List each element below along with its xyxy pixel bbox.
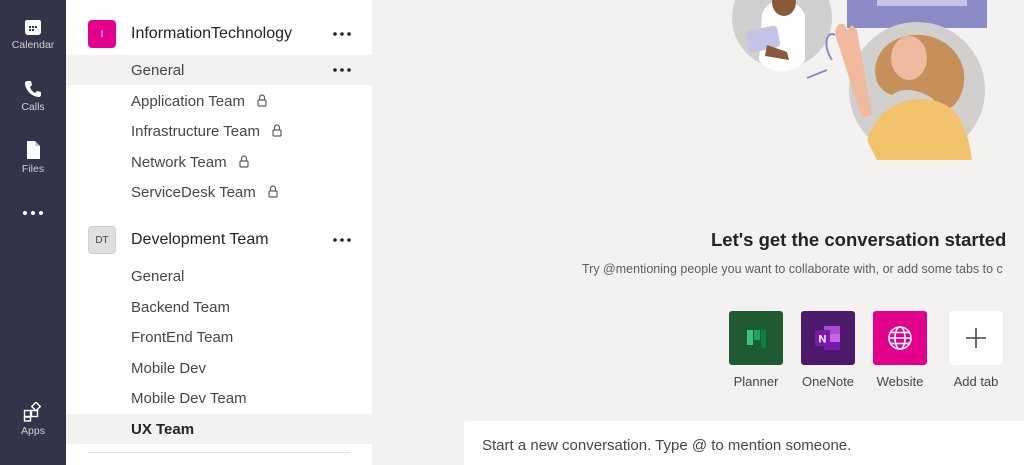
rail-more[interactable]	[0, 210, 66, 216]
compose-box[interactable]: Start a new conversation. Type @ to ment…	[464, 421, 1024, 465]
lock-icon	[238, 154, 249, 168]
team-name: InformationTechnology	[131, 25, 292, 42]
channel-infrastructure-team[interactable]: Infrastructure Team	[66, 116, 372, 146]
channel-label-wrap: Infrastructure Team	[131, 123, 282, 140]
channel-label: UX Team	[131, 420, 195, 438]
calendar-icon	[25, 20, 41, 35]
tile-planner-label: Planner	[733, 374, 779, 389]
channel-label: Backend Team	[131, 298, 230, 316]
app-rail: Calendar Calls Files Apps	[0, 0, 66, 465]
lock-icon	[272, 123, 282, 137]
channel-ux-team[interactable]: UX Team	[66, 414, 372, 444]
plus-icon	[966, 328, 986, 348]
channel-label: Network Team	[131, 153, 227, 171]
divider	[88, 452, 350, 453]
team-avatar: DT	[88, 226, 116, 254]
channel-label: General	[131, 267, 185, 285]
onenote-icon: N	[815, 326, 840, 350]
globe-icon	[888, 326, 912, 350]
more-icon	[333, 32, 351, 36]
rail-files[interactable]: Files	[0, 140, 66, 175]
channel-servicedesk-team[interactable]: ServiceDesk Team	[66, 177, 372, 207]
svg-text:N: N	[819, 334, 827, 346]
rail-calendar-label: Calendar	[11, 39, 55, 51]
lock-icon	[268, 184, 278, 198]
apps-icon	[23, 402, 42, 422]
channel-general[interactable]: General	[66, 261, 372, 291]
more-icon	[333, 68, 351, 72]
channel-label-wrap: ServiceDesk Team	[131, 184, 278, 201]
main-content: Let's get the conversation started Try @…	[372, 0, 1024, 465]
rail-apps[interactable]: Apps	[0, 402, 66, 437]
channel-label: Mobile Dev Team	[131, 389, 247, 407]
teams-panel: I InformationTechnology General Applicat…	[66, 0, 372, 465]
team-avatar: I	[88, 20, 116, 48]
channel-label: Infrastructure Team	[131, 122, 260, 140]
more-icon	[333, 238, 351, 242]
channel-frontend-team[interactable]: FrontEnd Team	[66, 322, 372, 352]
tile-onenote[interactable]: N	[801, 311, 855, 365]
channel-label-wrap: Network Team	[131, 154, 249, 171]
rail-calls-label: Calls	[21, 101, 45, 113]
channel-label: FrontEnd Team	[131, 328, 234, 346]
channel-more-options[interactable]	[332, 60, 352, 80]
channel-general[interactable]: General	[66, 55, 372, 85]
team-header-development-team[interactable]: DT Development Team	[66, 221, 372, 259]
rail-calls[interactable]: Calls	[0, 80, 66, 113]
channel-mobile-dev-team[interactable]: Mobile Dev Team	[66, 383, 372, 413]
channel-backend-team[interactable]: Backend Team	[66, 292, 372, 322]
channel-mobile-dev[interactable]: Mobile Dev	[66, 353, 372, 383]
more-apps-icon	[23, 211, 43, 215]
channel-application-team[interactable]: Application Team	[66, 86, 372, 116]
rail-files-label: Files	[21, 163, 45, 175]
welcome-subline: Try @mentioning people you want to colla…	[582, 262, 1003, 276]
phone-icon	[25, 81, 41, 97]
team-name: Development Team	[131, 231, 269, 248]
channel-label-wrap: Application Team	[131, 93, 267, 110]
welcome-illustration	[732, 0, 987, 160]
channel-label: Application Team	[131, 92, 245, 110]
channel-label: General	[131, 61, 185, 79]
team-header-informationtechnology[interactable]: I InformationTechnology	[66, 15, 372, 53]
team-more-options[interactable]	[332, 24, 352, 44]
tile-add-tab-label: Add tab	[953, 374, 999, 389]
tile-planner[interactable]	[729, 311, 783, 365]
tile-website[interactable]	[873, 311, 927, 365]
rail-calendar[interactable]: Calendar	[0, 18, 66, 51]
channel-network-team[interactable]: Network Team	[66, 147, 372, 177]
compose-placeholder: Start a new conversation. Type @ to ment…	[482, 437, 852, 454]
lock-icon	[257, 93, 267, 107]
rail-apps-label: Apps	[21, 425, 45, 437]
channel-label: ServiceDesk Team	[131, 183, 256, 201]
file-icon	[27, 141, 40, 159]
tile-website-label: Website	[876, 374, 924, 389]
planner-icon	[744, 326, 768, 350]
channel-label: Mobile Dev	[131, 359, 207, 377]
tile-add-tab[interactable]	[949, 311, 1003, 365]
tile-onenote-label: OneNote	[801, 374, 855, 389]
welcome-headline: Let's get the conversation started	[711, 229, 1007, 250]
team-more-options[interactable]	[332, 230, 352, 250]
